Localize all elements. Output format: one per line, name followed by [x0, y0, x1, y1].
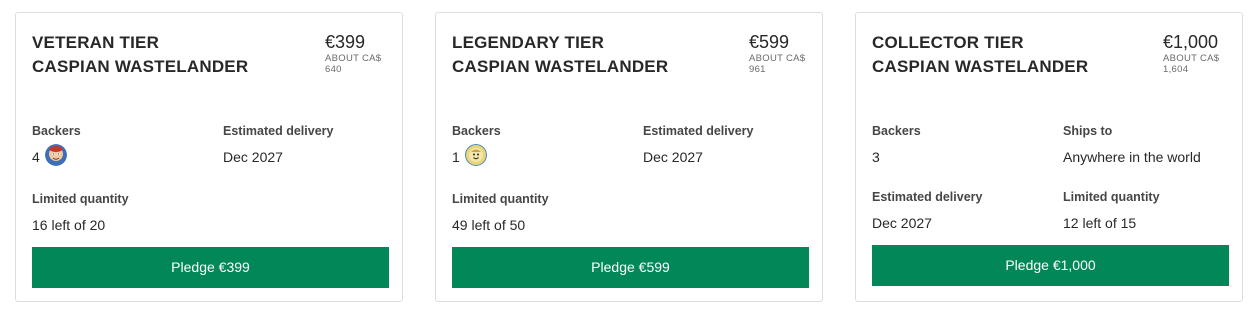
- backers-field: Backers 1: [452, 124, 501, 166]
- price-conversion: ABOUT CA$ 640: [325, 53, 382, 75]
- backers-field: Backers 3: [872, 124, 921, 165]
- ships-to-field: Ships to Anywhere in the world: [1063, 124, 1201, 165]
- pledge-button[interactable]: Pledge €399: [32, 247, 389, 288]
- backers-field: Backers 4: [32, 124, 81, 166]
- price-conversion: ABOUT CA$ 961: [749, 53, 806, 75]
- backer-avatar[interactable]: [44, 144, 67, 166]
- reward-card-legendary[interactable]: LEGENDARY TIER CASPIAN WASTELANDER €599 …: [435, 12, 823, 302]
- delivery-field: Estimated delivery Dec 2027: [872, 190, 983, 231]
- reward-card-veteran[interactable]: VETERAN TIER CASPIAN WASTELANDER €399 AB…: [15, 12, 403, 302]
- limited-quantity-field: Limited quantity 16 left of 20: [32, 192, 129, 233]
- backers-count: 3: [872, 149, 880, 165]
- delivery-field: Estimated delivery Dec 2027: [223, 124, 334, 165]
- delivery-field: Estimated delivery Dec 2027: [643, 124, 754, 165]
- backer-avatar[interactable]: [464, 144, 487, 166]
- backers-count: 1: [452, 149, 460, 165]
- reward-price: €599 ABOUT CA$ 961: [749, 31, 819, 75]
- reward-price: €1,000 ABOUT CA$ 1,604: [1163, 31, 1233, 75]
- reward-card-collector[interactable]: COLLECTOR TIER CASPIAN WASTELANDER €1,00…: [855, 12, 1243, 302]
- pledge-button[interactable]: Pledge €1,000: [872, 245, 1229, 286]
- reward-price: €399 ABOUT CA$ 640: [325, 31, 395, 75]
- backers-count: 4: [32, 149, 40, 165]
- price-value: €399: [325, 32, 366, 52]
- reward-title: COLLECTOR TIER CASPIAN WASTELANDER: [872, 33, 1089, 76]
- reward-title: LEGENDARY TIER CASPIAN WASTELANDER: [452, 33, 669, 76]
- limited-quantity-field: Limited quantity 49 left of 50: [452, 192, 549, 233]
- reward-title: VETERAN TIER CASPIAN WASTELANDER: [32, 33, 249, 76]
- pledge-button[interactable]: Pledge €599: [452, 247, 809, 288]
- limited-quantity-field: Limited quantity 12 left of 15: [1063, 190, 1160, 231]
- price-conversion: ABOUT CA$ 1,604: [1163, 53, 1220, 75]
- price-value: €1,000: [1163, 32, 1219, 52]
- price-value: €599: [749, 32, 790, 52]
